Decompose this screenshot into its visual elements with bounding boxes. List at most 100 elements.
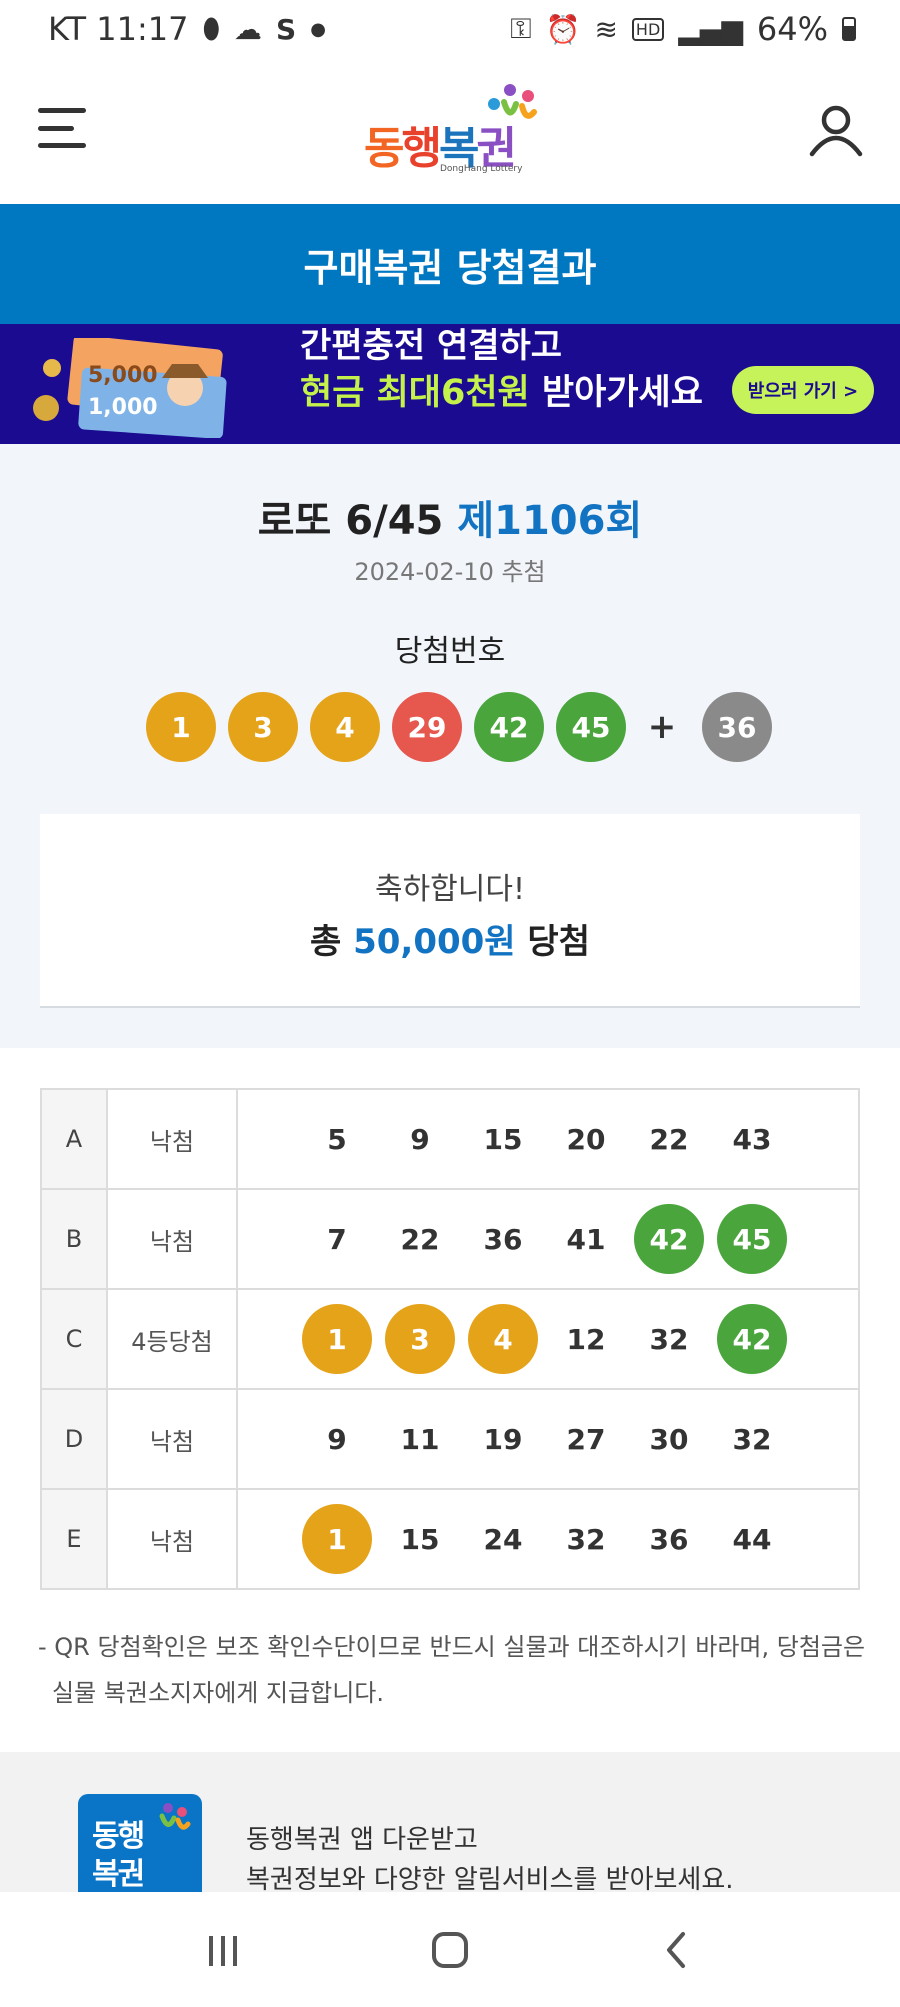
system-nav-bar (0, 1892, 900, 2007)
game-number: 24 (483, 1522, 523, 1556)
game-numbers-cell: 9 11 19 27 30 32 (236, 1388, 860, 1490)
game-numbers: 7 22 36 41 42 45 (302, 1204, 858, 1274)
banner-highlight: 현금 최대6천원 (300, 373, 530, 413)
game-number: 32 (732, 1422, 772, 1456)
game-row: E 낙첨 1 15 24 32 36 44 (40, 1488, 860, 1590)
game-number: 9 (410, 1122, 430, 1156)
winning-ball: 42 (474, 692, 544, 762)
user-icon[interactable] (808, 102, 864, 158)
game-number: 12 (566, 1322, 606, 1356)
game-row: B 낙첨 7 22 36 41 42 45 (40, 1188, 860, 1290)
matched-number-ball: 45 (717, 1204, 787, 1274)
bill-5000: 5,000 (88, 363, 158, 388)
app-icon[interactable]: 동행복권 (78, 1794, 202, 1892)
promo-line2: 복권정보와 다양한 알림서비스를 받아보세요. (246, 1865, 734, 1892)
logo[interactable]: 동행복권 DongHang Lottery (364, 82, 540, 182)
matched-number-ball: 3 (385, 1304, 455, 1374)
status-left: KT 11:17 ⬮ ☁ S ● (48, 10, 326, 48)
game-numbers-cell: 1 15 24 32 36 44 (236, 1488, 860, 1590)
game-numbers-cell: 5 9 15 20 22 43 (236, 1088, 860, 1190)
total-prefix: 총 (309, 922, 354, 962)
game-row: A 낙첨 5 9 15 20 22 43 (40, 1088, 860, 1190)
promo-banner[interactable]: 5,000 1,000 간편충전 연결하고 현금 최대6천원 받아가세요 받으러… (0, 324, 900, 444)
back-icon[interactable] (647, 1920, 707, 1980)
draw-result-section: 로또 6/45 제1106회 2024-02-10 추첨 당첨번호 1 3 4 … (0, 444, 900, 1048)
home-icon[interactable] (420, 1920, 480, 1980)
game-id: B (40, 1188, 108, 1290)
game-number: 43 (732, 1122, 772, 1156)
app-download-promo[interactable]: 동행복권 동행복권 앱 다운받고 복권정보와 다양한 알림서비스를 받아보세요. (0, 1752, 900, 1892)
game-result: 낙첨 (106, 1188, 238, 1290)
app-header: 동행복권 DongHang Lottery (0, 58, 900, 204)
draw-date: 2024-02-10 추첨 (354, 558, 546, 586)
game-number: 19 (483, 1422, 523, 1456)
wifi-icon: ≋ (594, 12, 618, 46)
congrats-card: 축하합니다! 총 50,000원 당첨 (40, 814, 860, 1008)
bill-1000: 1,000 (88, 395, 158, 420)
round-title: 로또 6/45 제1106회 (0, 488, 900, 546)
recents-icon[interactable] (193, 1920, 253, 1980)
game-number: 27 (566, 1422, 606, 1456)
game-number: 15 (400, 1522, 440, 1556)
pill-icon: ⬮ (202, 12, 221, 45)
dot-icon: ● (310, 18, 326, 40)
hamburger-menu-icon[interactable] (38, 108, 86, 148)
purchased-games-table: A 낙첨 5 9 15 20 22 43 B 낙첨 7 22 36 41 42 45 C 4등당첨 1 3 4 12 32 4… (40, 1088, 860, 1590)
game-result: 4등당첨 (106, 1288, 238, 1390)
logo-subtitle: DongHang Lottery (440, 164, 523, 174)
game-result: 낙첨 (106, 1088, 238, 1190)
matched-number-ball: 42 (717, 1304, 787, 1374)
matched-number-ball: 42 (634, 1204, 704, 1274)
app-icon-text: 동행복권 (92, 1819, 145, 1892)
game-numbers: 1 15 24 32 36 44 (302, 1504, 858, 1574)
cloud-icon: ☁ (234, 12, 263, 46)
key-icon: ⚿ (510, 12, 532, 45)
game-number: 36 (649, 1522, 689, 1556)
game-id: C (40, 1288, 108, 1390)
game-id: A (40, 1088, 108, 1190)
game-number: 9 (327, 1422, 347, 1456)
status-bar: KT 11:17 ⬮ ☁ S ● ⚿ ⏰ ≋ HD ▂▄▆ 64% (0, 0, 900, 58)
total-prize: 총 50,000원 당첨 (40, 914, 860, 963)
money-illustration-icon: 5,000 1,000 (33, 338, 227, 438)
alarm-icon: ⏰ (545, 12, 581, 46)
bonus-ball: 36 (702, 692, 772, 762)
game-number: 22 (400, 1222, 440, 1256)
game-numbers: 5 9 15 20 22 43 (302, 1104, 858, 1174)
matched-number-ball: 4 (468, 1304, 538, 1374)
game-row: D 낙첨 9 11 19 27 30 32 (40, 1388, 860, 1490)
total-suffix: 당첨 (515, 922, 590, 962)
qr-notice: - QR 당첨확인은 보조 확인수단이므로 반드시 실물과 대조하시기 바라며,… (38, 1624, 868, 1716)
winning-ball: 4 (310, 692, 380, 762)
game-id: E (40, 1488, 108, 1590)
page-title: 구매복권 당첨결과 (303, 245, 597, 290)
banner-line2: 현금 최대6천원 받아가세요 (300, 364, 703, 415)
qr-notice-text: - QR 당첨확인은 보조 확인수단이므로 반드시 실물과 대조하시기 바라며,… (38, 1633, 866, 1707)
battery-text: 64% (756, 10, 828, 48)
promo-line1: 동행복권 앱 다운받고 (246, 1825, 478, 1855)
congrats-text: 축하합니다! (374, 872, 526, 907)
game-number: 32 (566, 1522, 606, 1556)
promo-text: 동행복권 앱 다운받고 복권정보와 다양한 알림서비스를 받아보세요. (246, 1820, 734, 1892)
game-id: D (40, 1388, 108, 1490)
s-app-icon: S (276, 12, 297, 46)
winning-ball: 3 (228, 692, 298, 762)
game-number: 15 (483, 1122, 523, 1156)
game-number: 5 (327, 1122, 347, 1156)
battery-icon (842, 17, 856, 41)
game-number: 11 (400, 1422, 440, 1456)
signal-icon: ▂▄▆ (678, 12, 743, 46)
game-result: 낙첨 (106, 1488, 238, 1590)
banner-receive-button[interactable]: 받으러 가기 > (732, 366, 874, 414)
carrier-time: KT 11:17 (48, 10, 189, 48)
banner-line1: 간편충전 연결하고 (300, 326, 563, 366)
status-right: ⚿ ⏰ ≋ HD ▂▄▆ 64% (510, 10, 856, 48)
plus-sign: + (647, 707, 677, 747)
banner-line2-rest: 받아가세요 (529, 373, 703, 413)
game-numbers-cell: 1 3 4 12 32 42 (236, 1288, 860, 1390)
game-number: 44 (732, 1522, 772, 1556)
game-number: 30 (649, 1422, 689, 1456)
game-number: 7 (327, 1222, 347, 1256)
winning-numbers: 1 3 4 29 42 45 + 36 (146, 692, 784, 762)
game-numbers: 1 3 4 12 32 42 (302, 1304, 858, 1374)
